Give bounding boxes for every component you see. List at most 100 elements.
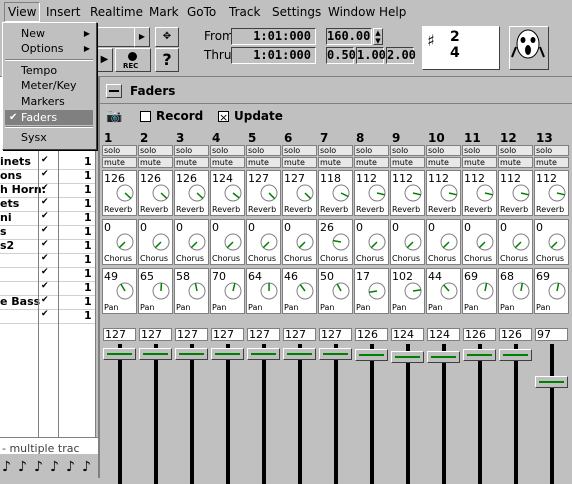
solo-button[interactable]: solo xyxy=(390,145,425,156)
pan-knob[interactable]: 64Pan xyxy=(246,268,281,314)
mute-button[interactable]: mute xyxy=(390,157,425,168)
track-row[interactable]: ets✔1 xyxy=(0,197,96,212)
track-enabled-check[interactable]: ✔ xyxy=(41,267,49,277)
track-row[interactable]: inets✔1 xyxy=(0,155,96,170)
track-name[interactable]: ni xyxy=(0,211,12,224)
record-checkbox[interactable] xyxy=(140,111,151,122)
mute-button[interactable]: mute xyxy=(318,157,353,168)
track-channel[interactable]: 1 xyxy=(84,295,92,308)
chorus-knob[interactable]: 0Chorus xyxy=(210,219,245,265)
menu-track[interactable]: Track xyxy=(229,5,260,19)
solo-button[interactable]: solo xyxy=(498,145,533,156)
volume-fader[interactable]: 127 xyxy=(282,328,317,478)
tempo-scale-half[interactable]: 0.50 xyxy=(326,47,354,64)
volume-fader[interactable]: 127 xyxy=(102,328,137,478)
track-enabled-check[interactable]: ✔ xyxy=(41,295,49,305)
track-channel[interactable]: 1 xyxy=(84,169,92,182)
menu-mark[interactable]: Mark xyxy=(149,5,179,19)
track-channel[interactable]: 1 xyxy=(84,225,92,238)
solo-button[interactable]: solo xyxy=(210,145,245,156)
volume-fader[interactable]: 124 xyxy=(426,328,461,478)
track-enabled-check[interactable]: ✔ xyxy=(41,169,49,179)
track-enabled-check[interactable]: ✔ xyxy=(41,309,49,319)
fader-handle[interactable] xyxy=(535,376,568,388)
pan-knob[interactable]: 50Pan xyxy=(318,268,353,314)
panic-button[interactable] xyxy=(509,26,549,70)
track-channel[interactable]: 1 xyxy=(84,309,92,322)
view-menu-item[interactable]: Tempo xyxy=(5,63,93,78)
view-menu-item[interactable]: Markers xyxy=(5,94,93,109)
reverb-knob[interactable]: 126Reverb xyxy=(174,170,209,216)
reverb-knob[interactable]: 112Reverb xyxy=(354,170,389,216)
pan-knob[interactable]: 65Pan xyxy=(138,268,173,314)
solo-button[interactable]: solo xyxy=(354,145,389,156)
volume-fader[interactable]: 126 xyxy=(498,328,533,478)
fader-handle[interactable] xyxy=(463,349,496,361)
track-row[interactable]: ✔1 xyxy=(0,281,96,296)
track-enabled-check[interactable]: ✔ xyxy=(41,183,49,193)
track-row[interactable]: s✔1 xyxy=(0,225,96,240)
tempo-scale-normal[interactable]: 1.00 xyxy=(356,47,384,64)
reverb-knob[interactable]: 126Reverb xyxy=(102,170,137,216)
chorus-knob[interactable]: 0Chorus xyxy=(354,219,389,265)
volume-fader[interactable]: 127 xyxy=(246,328,281,478)
mute-button[interactable]: mute xyxy=(138,157,173,168)
mute-button[interactable]: mute xyxy=(354,157,389,168)
help-button[interactable]: ? xyxy=(155,48,179,72)
solo-button[interactable]: solo xyxy=(534,145,569,156)
pan-knob[interactable]: 44Pan xyxy=(426,268,461,314)
track-row[interactable]: ni✔1 xyxy=(0,211,96,226)
fader-handle[interactable] xyxy=(283,348,316,360)
track-name[interactable]: s xyxy=(0,225,7,238)
track-enabled-check[interactable]: ✔ xyxy=(41,253,49,263)
volume-fader[interactable]: 126 xyxy=(462,328,497,478)
view-menu-item[interactable]: Faders✔ xyxy=(5,110,93,125)
track-channel[interactable]: 1 xyxy=(84,197,92,210)
reverb-knob[interactable]: 126Reverb xyxy=(138,170,173,216)
solo-button[interactable]: solo xyxy=(138,145,173,156)
camera-icon[interactable]: 📷 xyxy=(106,109,122,124)
mute-button[interactable]: mute xyxy=(426,157,461,168)
view-menu-item[interactable]: Sysx xyxy=(5,130,93,145)
mute-button[interactable]: mute xyxy=(498,157,533,168)
pan-knob[interactable]: 17Pan xyxy=(354,268,389,314)
view-menu-item[interactable]: Meter/Key xyxy=(5,78,93,93)
reverb-knob[interactable]: 112Reverb xyxy=(426,170,461,216)
menu-help[interactable]: Help xyxy=(379,5,406,19)
fader-handle[interactable] xyxy=(499,349,532,361)
tempo-scale-double[interactable]: 2.00 xyxy=(386,47,414,64)
pan-knob[interactable]: 68Pan xyxy=(498,268,533,314)
record-button[interactable]: REC xyxy=(115,48,151,72)
track-name[interactable]: h Horn: xyxy=(0,183,46,196)
track-name[interactable]: e Bass xyxy=(0,295,40,308)
reverb-knob[interactable]: 127Reverb xyxy=(246,170,281,216)
tools-icon[interactable]: ✥ xyxy=(155,27,179,47)
track-row[interactable]: e Bass✔ 1 xyxy=(0,295,96,310)
chorus-knob[interactable]: 0Chorus xyxy=(174,219,209,265)
solo-button[interactable]: solo xyxy=(246,145,281,156)
mute-button[interactable]: mute xyxy=(210,157,245,168)
from-time-field[interactable]: 1:01:000 xyxy=(231,28,316,45)
pan-knob[interactable]: 58Pan xyxy=(174,268,209,314)
meter-key-display[interactable]: ♯ 2 4 xyxy=(422,26,500,70)
pan-knob[interactable]: 102Pan xyxy=(390,268,425,314)
thru-time-field[interactable]: 1:01:000 xyxy=(231,47,316,64)
track-enabled-check[interactable]: ✔ xyxy=(41,281,49,291)
menu-view[interactable]: View xyxy=(4,2,40,22)
menu-settings[interactable]: Settings xyxy=(272,5,321,19)
reverb-knob[interactable]: 124Reverb xyxy=(210,170,245,216)
volume-fader[interactable]: 127 xyxy=(318,328,353,478)
track-row[interactable]: ✔1 xyxy=(0,309,96,324)
track-channel[interactable]: 1 xyxy=(84,239,92,252)
update-checkbox[interactable]: × xyxy=(218,111,229,122)
fader-handle[interactable] xyxy=(211,348,244,360)
menu-window[interactable]: Window xyxy=(328,5,375,19)
chorus-knob[interactable]: 0Chorus xyxy=(534,219,569,265)
chorus-knob[interactable]: 0Chorus xyxy=(426,219,461,265)
reverb-knob[interactable]: 127Reverb xyxy=(282,170,317,216)
tempo-spinner[interactable]: ▲▼ xyxy=(373,28,383,45)
mute-button[interactable]: mute xyxy=(534,157,569,168)
chorus-knob[interactable]: 0Chorus xyxy=(390,219,425,265)
pan-knob[interactable]: 69Pan xyxy=(462,268,497,314)
solo-button[interactable]: solo xyxy=(282,145,317,156)
